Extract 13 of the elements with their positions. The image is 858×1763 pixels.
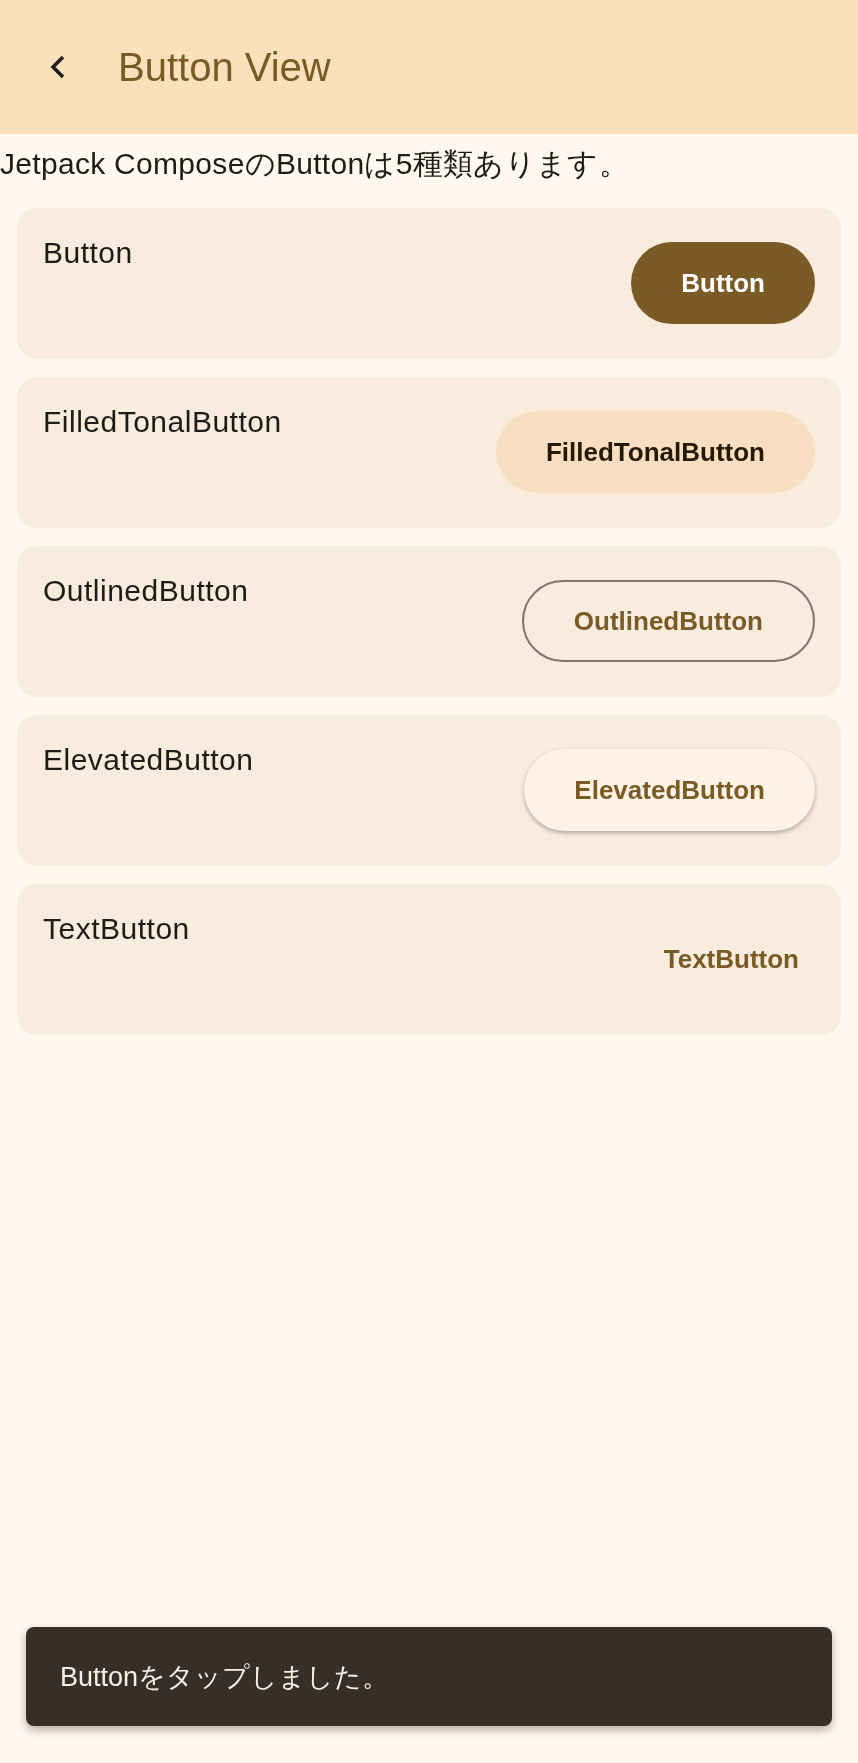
demo-button[interactable]: ElevatedButton [524, 749, 815, 831]
snackbar-message: Buttonをタップしました。 [60, 1660, 390, 1694]
demo-button[interactable]: FilledTonalButton [495, 411, 815, 493]
demo-button[interactable]: Button [631, 242, 815, 324]
card-label: FilledTonalButton [43, 405, 282, 439]
card-label: TextButton [43, 912, 190, 946]
description-text: Jetpack ComposeのButtonは5種類あります。 [0, 146, 630, 182]
screen-title: Button View [118, 44, 331, 90]
demo-button[interactable]: OutlinedButton [521, 580, 815, 662]
card-label: ElevatedButton [43, 743, 254, 777]
card-label: Button [43, 236, 133, 270]
demo-button[interactable]: TextButton [647, 918, 815, 1000]
card-label: OutlinedButton [43, 574, 249, 608]
